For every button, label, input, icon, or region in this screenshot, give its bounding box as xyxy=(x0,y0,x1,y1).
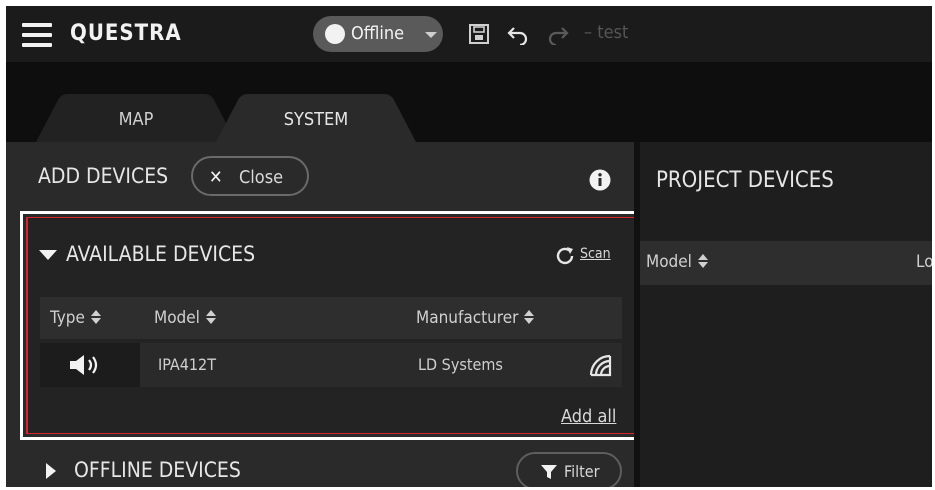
close-icon: ✕ xyxy=(209,167,223,188)
add-devices-title: ADD DEVICES xyxy=(38,164,169,188)
column-type[interactable]: Type xyxy=(50,308,101,328)
column-model-label: Model xyxy=(154,308,200,328)
available-table-header: Type Model Manufacturer xyxy=(40,297,622,339)
app-title: QUESTRA xyxy=(70,21,182,46)
top-bar: QUESTRA Offline – test xyxy=(6,6,932,62)
speaker-icon xyxy=(70,355,98,375)
column-model[interactable]: Model xyxy=(646,252,708,272)
close-label: Close xyxy=(239,167,284,188)
column-model-label: Model xyxy=(646,252,692,272)
project-devices-title: PROJECT DEVICES xyxy=(656,168,834,193)
tab-map[interactable]: MAP xyxy=(36,94,236,142)
offline-devices-header[interactable]: OFFLINE DEVICES Filter xyxy=(28,447,634,487)
chevron-down-icon xyxy=(425,32,437,38)
redo-icon[interactable] xyxy=(546,23,570,45)
filter-icon xyxy=(541,465,557,479)
column-location[interactable]: Lo xyxy=(916,252,932,272)
available-devices-title: AVAILABLE DEVICES xyxy=(66,242,256,266)
tab-system[interactable]: SYSTEM xyxy=(216,94,416,142)
save-icon[interactable] xyxy=(467,23,491,45)
filter-label: Filter xyxy=(564,462,600,481)
app-window: QUESTRA Offline – test MAP SYSTEM ADD DE… xyxy=(6,6,932,487)
status-toggle-dot xyxy=(325,24,345,44)
scan-label: Scan xyxy=(580,246,611,262)
column-manufacturer[interactable]: Manufacturer xyxy=(416,308,535,328)
status-label: Offline xyxy=(351,23,405,44)
refresh-icon xyxy=(556,247,574,265)
tab-system-label: SYSTEM xyxy=(283,109,349,130)
caret-right-icon xyxy=(46,463,56,479)
type-cell xyxy=(40,343,140,387)
available-devices-section: AVAILABLE DEVICES Scan Type Model Manufa… xyxy=(28,218,635,433)
tab-map-label: MAP xyxy=(118,109,154,130)
sort-icon xyxy=(524,310,535,324)
column-model[interactable]: Model xyxy=(154,308,216,328)
project-devices-panel: PROJECT DEVICES Model Lo xyxy=(640,142,932,487)
offline-devices-title: OFFLINE DEVICES xyxy=(74,458,241,482)
project-table-header: Model Lo xyxy=(640,241,932,285)
status-dropdown[interactable]: Offline xyxy=(313,16,443,52)
undo-icon[interactable] xyxy=(506,23,530,45)
manufacturer-cell: LD Systems xyxy=(418,355,503,374)
scan-button[interactable]: Scan xyxy=(554,244,622,270)
network-icon xyxy=(589,354,612,377)
menu-icon[interactable] xyxy=(22,23,52,47)
table-row[interactable]: IPA412T LD Systems xyxy=(40,343,622,387)
add-all-link[interactable]: Add all xyxy=(561,406,616,427)
sort-icon xyxy=(90,310,101,324)
available-devices-header[interactable]: AVAILABLE DEVICES xyxy=(28,218,635,284)
tab-strip: MAP SYSTEM xyxy=(6,62,932,142)
info-icon[interactable] xyxy=(589,169,611,191)
project-name: – test xyxy=(584,22,629,43)
sort-icon xyxy=(205,310,216,324)
close-button[interactable]: ✕ Close xyxy=(191,156,309,196)
sort-icon xyxy=(697,254,708,268)
column-manufacturer-label: Manufacturer xyxy=(416,308,519,328)
filter-button[interactable]: Filter xyxy=(516,452,622,487)
caret-down-icon xyxy=(39,250,57,260)
model-cell: IPA412T xyxy=(158,355,216,374)
column-type-label: Type xyxy=(50,308,85,328)
